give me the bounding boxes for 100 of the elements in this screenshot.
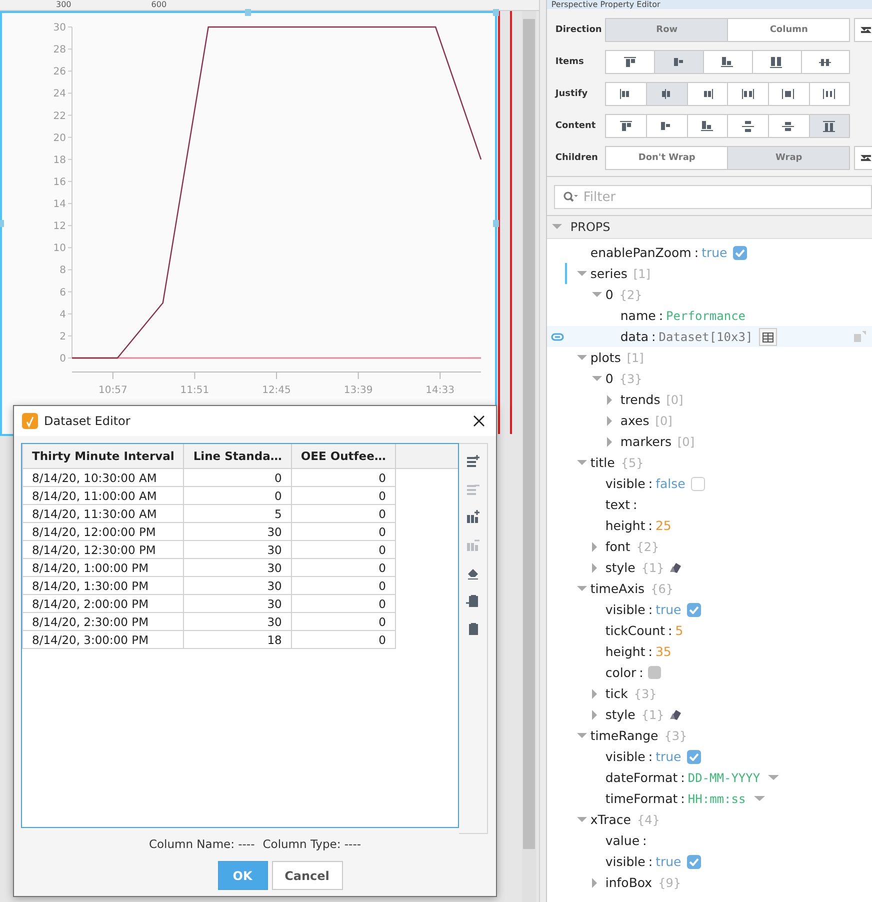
corner-icon[interactable]: [854, 331, 866, 342]
property-row[interactable]: tick {3}: [547, 683, 872, 704]
property-row[interactable]: value :: [547, 830, 872, 851]
property-row[interactable]: style {1}: [547, 557, 872, 578]
property-row[interactable]: title {5}: [547, 452, 872, 473]
align-button[interactable]: [605, 50, 656, 74]
table-cell[interactable]: 0: [291, 594, 396, 612]
property-row[interactable]: markers [0]: [547, 431, 872, 452]
caret-down-icon[interactable]: [577, 816, 588, 822]
section-header[interactable]: PROPS: [547, 216, 872, 239]
dataset-table[interactable]: [21, 443, 459, 828]
swap-button[interactable]: [854, 18, 872, 42]
align-button[interactable]: [646, 82, 688, 106]
table-cell[interactable]: 18: [184, 630, 292, 648]
table-cell[interactable]: 8/14/20, 10:30:00 AM: [22, 468, 184, 486]
property-row[interactable]: tickCount : 5: [547, 620, 872, 641]
caret-down-icon[interactable]: [552, 224, 562, 230]
property-row[interactable]: color :: [547, 662, 872, 683]
property-row[interactable]: series [1]: [547, 263, 872, 284]
checkbox[interactable]: [687, 750, 702, 764]
property-row[interactable]: visible : true: [547, 599, 872, 620]
resize-handle[interactable]: [493, 220, 499, 227]
property-row[interactable]: timeRange {3}: [547, 725, 872, 746]
property-row[interactable]: data : Dataset[10x3]: [547, 326, 872, 347]
checkbox[interactable]: [687, 602, 702, 616]
property-row[interactable]: trends [0]: [547, 389, 872, 410]
table-cell[interactable]: 5: [184, 504, 292, 522]
table-cell[interactable]: 0: [291, 468, 396, 486]
segment-button[interactable]: Don't Wrap: [605, 146, 728, 170]
align-button[interactable]: [702, 50, 753, 74]
style-icon[interactable]: [670, 562, 682, 573]
table-cell[interactable]: 8/14/20, 2:00:00 PM: [22, 594, 184, 612]
table-cell[interactable]: 30: [184, 594, 292, 612]
table-cell[interactable]: 0: [291, 504, 396, 522]
caret-right-icon[interactable]: [592, 878, 598, 888]
segment-button[interactable]: Column: [727, 18, 850, 42]
align-button[interactable]: [605, 82, 648, 106]
property-row[interactable]: font {2}: [547, 536, 872, 557]
table-cell[interactable]: 8/14/20, 11:00:00 AM: [22, 486, 184, 504]
caret-right-icon[interactable]: [592, 688, 598, 698]
property-row[interactable]: 0 {3}: [547, 368, 872, 389]
property-row[interactable]: timeFormat : HH:mm:ss: [547, 788, 872, 809]
table-cell[interactable]: 0: [291, 540, 396, 558]
property-row[interactable]: height : 25: [547, 515, 872, 536]
align-button[interactable]: [654, 50, 704, 74]
align-button[interactable]: [686, 82, 728, 106]
table-cell[interactable]: 0: [291, 612, 396, 630]
caret-down-icon[interactable]: [577, 586, 588, 592]
caret-down-icon[interactable]: [577, 460, 588, 466]
column-header[interactable]: OEE Outfee…: [291, 444, 396, 468]
caret-down-icon[interactable]: [577, 732, 588, 738]
property-row[interactable]: infoBox {9}: [547, 872, 872, 893]
caret-right-icon[interactable]: [607, 394, 614, 404]
align-button[interactable]: [768, 114, 810, 138]
table-cell[interactable]: 0: [291, 522, 396, 540]
table-cell[interactable]: 0: [184, 468, 292, 486]
checkbox[interactable]: [733, 246, 748, 260]
align-button[interactable]: [727, 82, 770, 106]
property-value[interactable]: Dataset[10x3]: [658, 330, 753, 344]
align-button[interactable]: [768, 82, 810, 106]
caret-down-icon[interactable]: [592, 292, 602, 298]
caret-right-icon[interactable]: [592, 562, 598, 572]
table-cell[interactable]: 0: [291, 486, 396, 504]
table-cell[interactable]: 30: [184, 522, 292, 540]
resize-handle[interactable]: [493, 9, 499, 16]
scrollbar[interactable]: [522, 11, 536, 902]
property-row[interactable]: enablePanZoom : true: [547, 242, 872, 263]
align-button[interactable]: [808, 82, 850, 106]
align-button[interactable]: [686, 114, 728, 138]
property-row[interactable]: timeAxis {6}: [547, 578, 872, 599]
table-cell[interactable]: 0: [184, 486, 292, 504]
column-header[interactable]: Thirty Minute Interval: [22, 444, 184, 468]
table-cell[interactable]: 30: [184, 558, 292, 576]
caret-down-icon[interactable]: [577, 354, 588, 360]
search-icon[interactable]: [563, 191, 580, 203]
caret-down-icon[interactable]: [592, 376, 602, 382]
caret-right-icon[interactable]: [607, 436, 614, 446]
checkbox[interactable]: [687, 854, 702, 868]
property-row[interactable]: dateFormat : DD-MM-YYYY: [547, 767, 872, 788]
style-icon[interactable]: [670, 709, 682, 720]
property-row[interactable]: 0 {2}: [547, 284, 872, 305]
table-cell[interactable]: 30: [184, 576, 292, 594]
color-swatch[interactable]: [648, 666, 662, 679]
property-row[interactable]: text :: [547, 494, 872, 515]
property-row[interactable]: xTrace {4}: [547, 809, 872, 830]
property-row[interactable]: axes [0]: [547, 410, 872, 431]
table-cell[interactable]: 8/14/20, 12:00:00 PM: [22, 522, 184, 540]
table-cell[interactable]: 8/14/20, 1:00:00 PM: [22, 558, 184, 576]
dropdown-caret-icon[interactable]: [754, 796, 765, 802]
table-cell[interactable]: 0: [291, 558, 396, 576]
dropdown-caret-icon[interactable]: [768, 774, 780, 780]
resize-handle[interactable]: [245, 9, 251, 16]
table-cell[interactable]: 8/14/20, 12:30:00 PM: [22, 540, 184, 558]
property-row[interactable]: height : 35: [547, 641, 872, 662]
scrollbar-thumb[interactable]: [523, 19, 535, 849]
align-button[interactable]: [800, 50, 850, 74]
splitter[interactable]: [539, 0, 546, 902]
caret-down-icon[interactable]: [577, 270, 588, 276]
property-row[interactable]: visible : true: [547, 851, 872, 872]
align-button[interactable]: [646, 114, 688, 138]
